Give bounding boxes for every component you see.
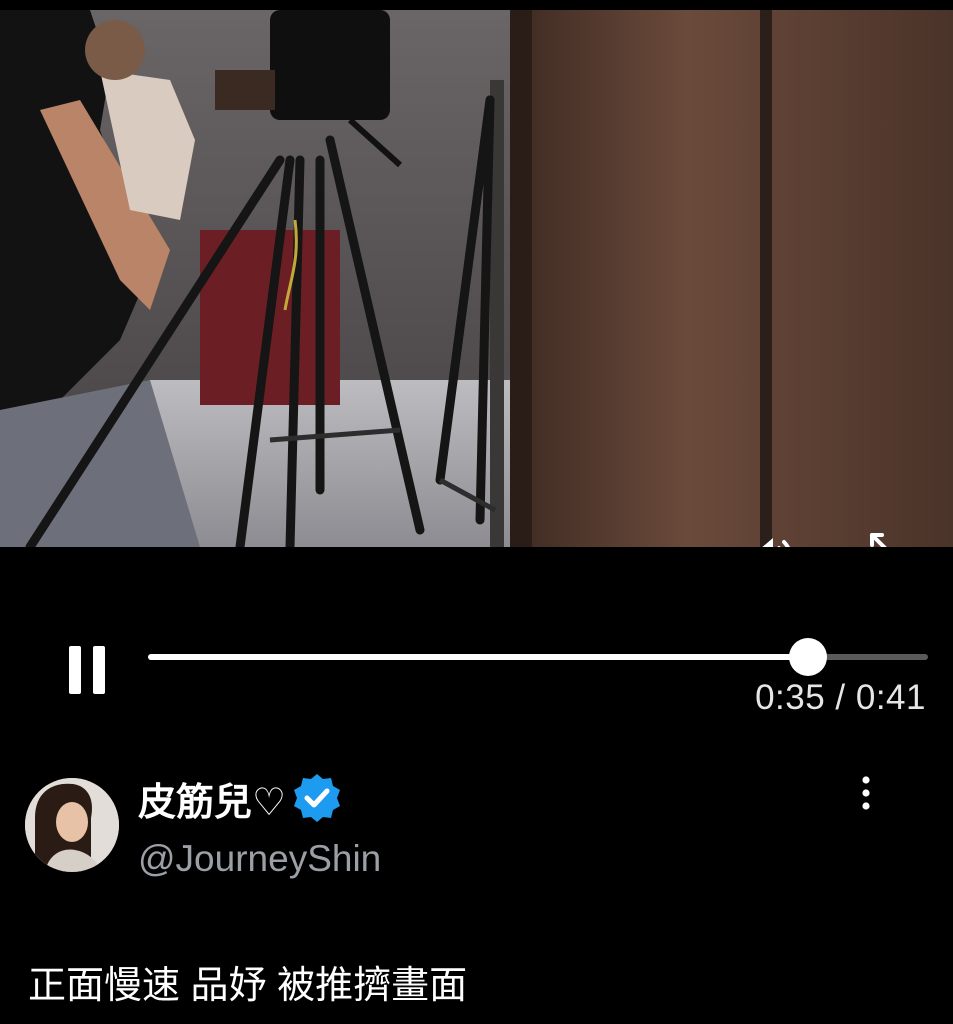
pause-icon [69,646,105,694]
more-vertical-icon [862,776,870,810]
volume-up-icon [762,538,790,547]
post-author: 皮筋兒♡ @JourneyShin [0,760,953,890]
avatar[interactable] [25,778,119,872]
playback-controls: 0:35 / 0:41 [0,620,953,730]
display-name-line: 皮筋兒♡ [138,768,344,828]
avatar-image [25,778,119,872]
video-frame-image [0,10,953,547]
video-top-bar [0,0,953,10]
picture-in-picture-button[interactable] [864,528,924,547]
user-handle[interactable]: @JourneyShin [138,838,381,880]
verified-badge-icon [294,774,341,822]
time-display: 0:35 / 0:41 [755,678,926,717]
seek-thumb[interactable] [788,638,827,676]
video-overlay-controls [0,520,953,547]
volume-button[interactable] [742,528,798,547]
verified-badge [290,771,344,825]
more-options-button[interactable] [844,770,888,816]
pause-button[interactable] [60,642,114,698]
post-text: 正面慢速 品妤 被推擠畫面 [28,965,468,1007]
display-name[interactable]: 皮筋兒♡ [138,771,286,826]
seek-bar[interactable] [148,638,928,676]
picture-in-picture-icon [870,533,887,547]
seek-progress [148,654,808,660]
video-player[interactable] [0,0,953,547]
